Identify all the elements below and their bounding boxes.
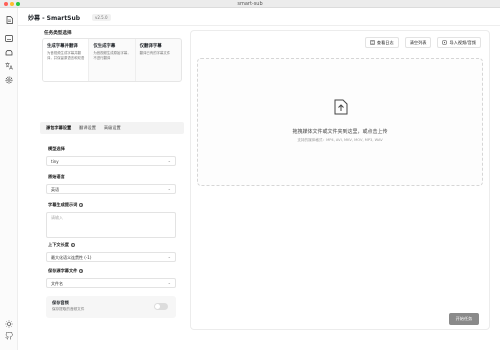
dropzone-main-text: 拖拽媒体文件或文件夹到这里，或点击上传 xyxy=(292,129,388,135)
source-language-label: 原始语言 xyxy=(48,174,65,179)
task-type-label: 任务类型选择 xyxy=(44,31,72,36)
save-subtitle-value: 文件名 xyxy=(51,281,63,286)
import-media-button[interactable]: 导入视频/音频 xyxy=(437,37,481,48)
help-icon[interactable]: ? xyxy=(79,269,84,273)
chevron-down-icon: ⌄ xyxy=(167,280,171,285)
window-titlebar: smart-sub xyxy=(0,0,500,8)
task-card-translate-only[interactable]: 仅翻译字幕 翻译已有的字幕文件 xyxy=(136,39,181,81)
file-icon[interactable] xyxy=(5,16,13,24)
model-label: 模型选择 xyxy=(48,146,65,151)
dropzone-formats-text: 支持的媒体格式：MP4, AVI, MKV, MOV, MP3, WAV xyxy=(297,138,383,142)
settings-panel: 任务类型选择 生成字幕并翻译 为音视频生成字幕并翻译，并保留原语言和双语 仅生成… xyxy=(40,30,184,318)
app-title: 妙幕 - SmartSub xyxy=(28,15,81,22)
chevron-down-icon: ⌄ xyxy=(167,186,171,191)
chevron-down-icon: ⌄ xyxy=(167,254,171,259)
file-panel: 查看日志 清空列表 导入视频/音频 拖拽媒体文件或文件夹到这里，或点击上传 支持… xyxy=(190,30,490,330)
info-icon[interactable]: i xyxy=(79,203,84,207)
settings-icon[interactable] xyxy=(5,76,13,84)
info-icon[interactable]: i xyxy=(70,243,75,247)
prompt-placeholder: 请输入 xyxy=(51,215,63,220)
sun-icon[interactable] xyxy=(5,320,13,328)
view-log-button[interactable]: 查看日志 xyxy=(364,37,399,48)
task-card-title: 仅翻译字幕 xyxy=(139,44,162,49)
start-task-button[interactable]: 开始任务 xyxy=(449,313,479,325)
github-icon[interactable] xyxy=(5,332,13,340)
save-audio-title: 保存音频 xyxy=(52,300,69,305)
log-icon xyxy=(370,40,375,45)
clear-list-button[interactable]: 清空列表 xyxy=(404,37,432,48)
chevron-down-icon: ⌄ xyxy=(167,158,171,163)
tab-translate-settings[interactable]: 翻译设置 xyxy=(79,125,96,131)
task-card-desc: 翻译已有的字幕文件 xyxy=(139,51,171,55)
task-card-generate-only[interactable]: 仅生成字幕 为音视频生成原始字幕，不进行翻译 xyxy=(89,39,136,81)
video-icon xyxy=(442,40,448,45)
cloud-icon[interactable] xyxy=(5,48,13,56)
model-select-value: tiny xyxy=(51,159,59,164)
task-card-desc: 为音视频生成字幕并翻译，并保留原语言和双语 xyxy=(47,51,85,60)
file-toolbar: 查看日志 清空列表 导入视频/音频 xyxy=(364,37,481,48)
upload-dropzone[interactable]: 拖拽媒体文件或文件夹到这里，或点击上传 支持的媒体格式：MP4, AVI, MK… xyxy=(197,58,483,186)
task-type-cards: 生成字幕并翻译 为音视频生成字幕并翻译，并保留原语言和双语 仅生成字幕 为音视频… xyxy=(42,38,182,82)
context-length-label: 上下文长度 i xyxy=(48,242,75,247)
task-card-title: 生成字幕并翻译 xyxy=(47,44,78,49)
save-audio-toggle[interactable] xyxy=(154,303,168,310)
upload-file-icon xyxy=(334,99,348,115)
task-card-generate-translate[interactable]: 生成字幕并翻译 为音视频生成字幕并翻译，并保留原语言和双语 xyxy=(43,39,90,81)
source-language-select[interactable]: 英语 ⌄ xyxy=(46,184,176,194)
save-subtitle-select[interactable]: 文件名 ⌄ xyxy=(46,278,176,288)
translate-icon[interactable] xyxy=(5,62,13,70)
window-title: smart-sub xyxy=(237,1,263,7)
context-length-select[interactable]: 最大化语义连贯性 (-1) ⌄ xyxy=(46,252,176,262)
icon-sidebar xyxy=(0,8,18,350)
context-length-value: 最大化语义连贯性 (-1) xyxy=(51,255,92,260)
settings-tabs: 源包字幕设置 翻译设置 高级设置 xyxy=(40,122,184,134)
prompt-textarea[interactable]: 请输入 xyxy=(46,212,176,238)
model-select[interactable]: tiny ⌄ xyxy=(46,156,176,166)
tab-advanced-settings[interactable]: 高级设置 xyxy=(104,125,121,131)
task-card-desc: 为音视频生成原始字幕，不进行翻译 xyxy=(93,51,131,60)
source-language-value: 英语 xyxy=(51,187,59,192)
tab-subtitle-settings[interactable]: 源包字幕设置 xyxy=(46,125,71,131)
task-card-title: 仅生成字幕 xyxy=(93,44,116,49)
clear-list-label: 清空列表 xyxy=(409,39,427,45)
save-audio-desc: 保存提取的音频文件 xyxy=(52,307,85,311)
view-log-label: 查看日志 xyxy=(376,39,394,45)
app-header: 妙幕 - SmartSub v2.5.0 xyxy=(18,8,500,26)
version-badge: v2.5.0 xyxy=(92,14,111,21)
import-media-label: 导入视频/音频 xyxy=(449,39,476,45)
save-subtitle-label: 保存源字幕文件 ? xyxy=(48,268,84,273)
prompt-label: 字幕生成提示词 i xyxy=(48,202,84,207)
save-audio-setting: 保存音频 保存提取的音频文件 xyxy=(46,296,176,318)
subtitle-icon[interactable] xyxy=(5,34,13,42)
